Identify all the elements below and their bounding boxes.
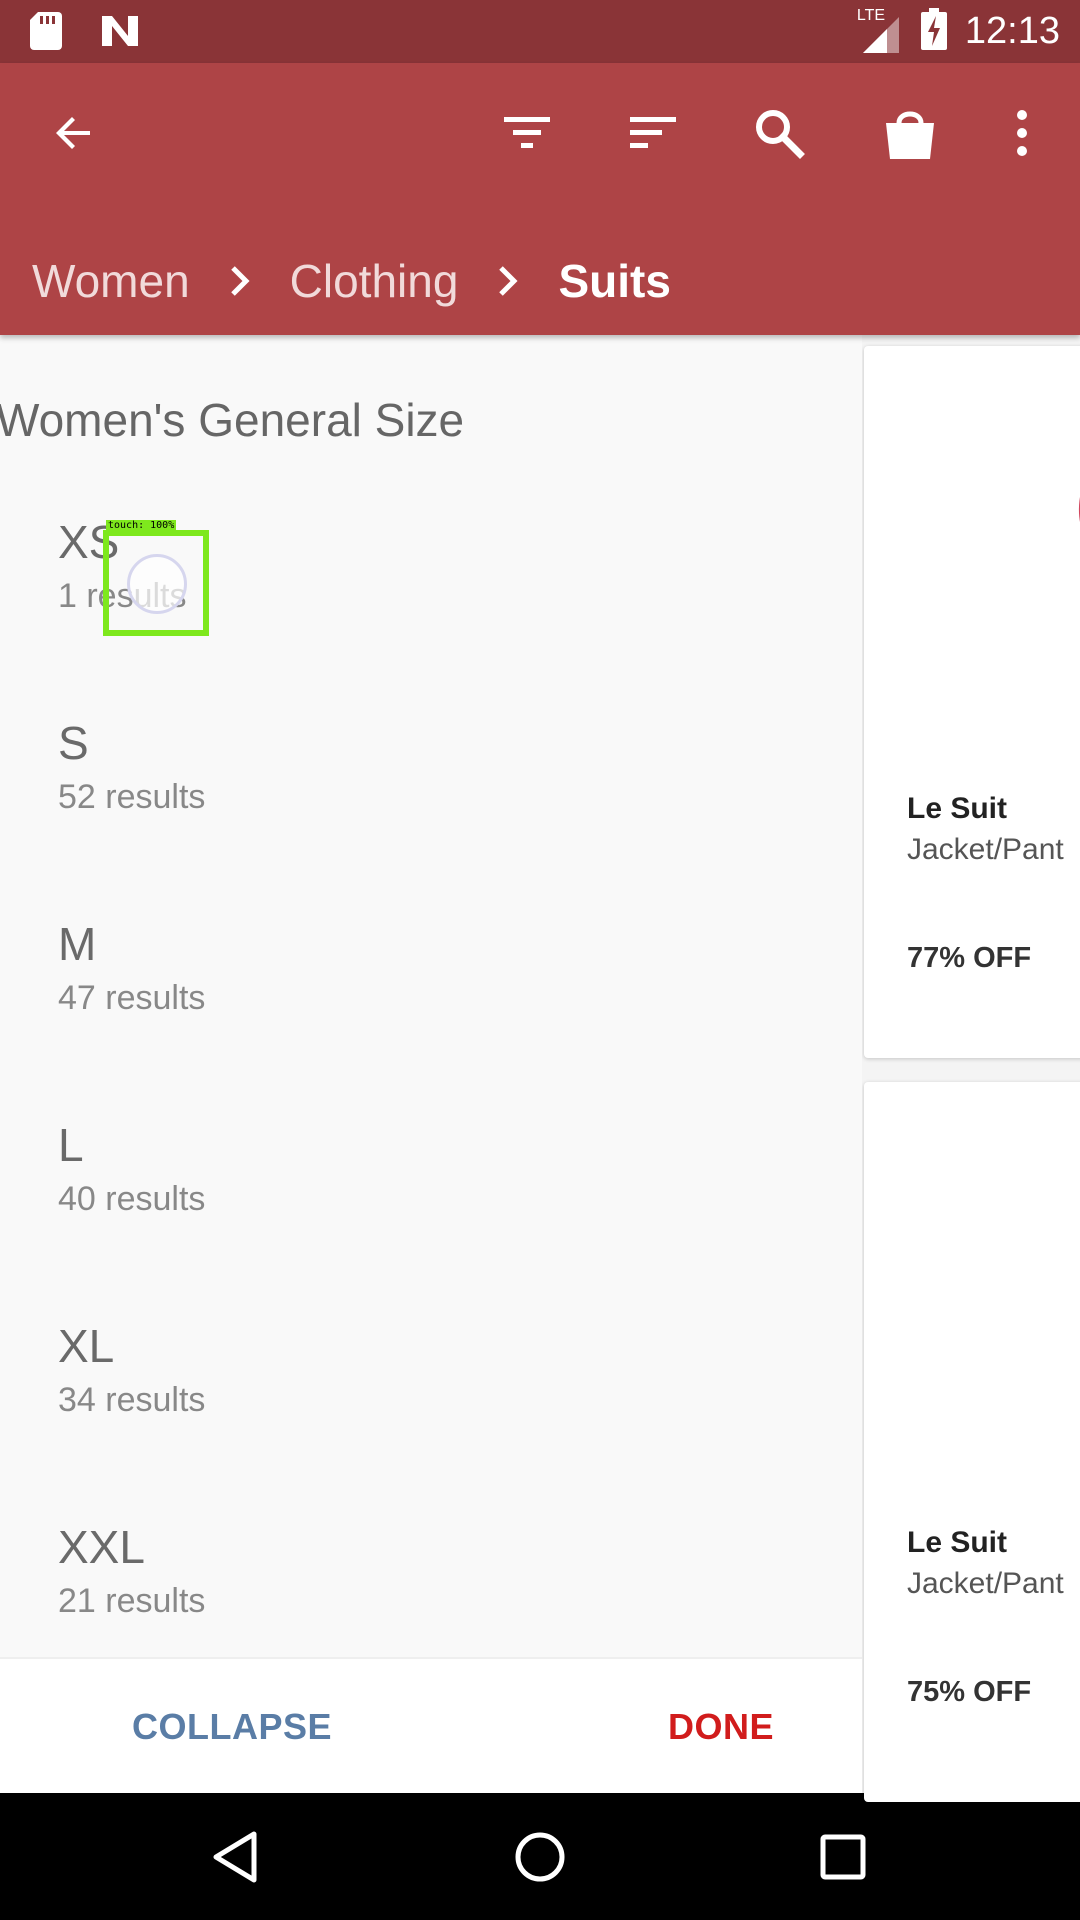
product-discount: 75% OFF — [907, 1676, 1032, 1708]
status-bar: LTE 12:13 — [0, 0, 1080, 63]
sd-card-icon — [30, 12, 62, 55]
nav-back-button[interactable] — [175, 1793, 295, 1920]
filter-icon — [504, 117, 550, 148]
back-triangle-icon — [213, 1831, 257, 1882]
shopping-bag-icon — [886, 111, 934, 159]
product-card[interactable]: Le Suit Jacket/Pant 75% OFF — [864, 1082, 1080, 1802]
cart-button[interactable] — [870, 63, 950, 203]
size-option-list: XS 1 results S 52 results M 47 results L… — [0, 503, 862, 1709]
done-button[interactable]: DONE — [668, 1659, 774, 1795]
product-brand: Le Suit — [907, 792, 1008, 825]
nav-home-button[interactable] — [480, 1793, 600, 1920]
product-image — [864, 346, 1080, 746]
product-description: Jacket/Pant — [907, 833, 1064, 866]
product-image — [864, 1082, 1080, 1482]
size-label: L — [58, 1119, 84, 1171]
battery-charging-icon — [920, 8, 947, 55]
size-label: S — [58, 717, 89, 769]
signal-icon: LTE — [857, 7, 903, 55]
touch-ripple — [127, 554, 187, 614]
size-label: M — [58, 918, 97, 970]
back-icon — [56, 117, 90, 149]
collapse-button[interactable]: COLLAPSE — [132, 1659, 332, 1795]
breadcrumb-clothing[interactable]: Clothing — [290, 254, 459, 308]
size-count: 40 results — [58, 1180, 206, 1218]
size-count: 52 results — [58, 778, 206, 816]
search-button[interactable] — [739, 63, 819, 203]
size-option-xl[interactable]: XL 34 results — [0, 1307, 862, 1508]
filter-button[interactable] — [487, 63, 567, 203]
product-discount: 77% OFF — [907, 942, 1032, 974]
navigation-bar — [0, 1793, 1080, 1920]
size-option-s[interactable]: S 52 results — [0, 704, 862, 905]
product-description: Jacket/Pant — [907, 1567, 1064, 1600]
nav-recents-button[interactable] — [783, 1793, 903, 1920]
chevron-right-icon — [230, 265, 250, 297]
sort-button[interactable] — [613, 63, 693, 203]
size-label: XXL — [58, 1521, 145, 1573]
chevron-right-icon — [498, 265, 518, 297]
product-card[interactable]: Le Suit Jacket/Pant 77% OFF — [864, 346, 1080, 1058]
sort-icon — [630, 117, 676, 148]
search-icon — [756, 110, 805, 159]
app-bar: Women Clothing Suits — [0, 63, 1080, 335]
size-label: XL — [58, 1320, 115, 1372]
size-count: 34 results — [58, 1381, 206, 1419]
recents-square-icon — [820, 1834, 866, 1879]
breadcrumb-suits: Suits — [558, 255, 671, 307]
size-count: 21 results — [58, 1582, 206, 1620]
home-circle-icon — [515, 1832, 565, 1881]
product-brand: Le Suit — [907, 1526, 1008, 1559]
clock: 12:13 — [964, 10, 1060, 52]
breadcrumb: Women Clothing Suits — [32, 241, 671, 321]
breadcrumb-women[interactable]: Women — [32, 254, 190, 308]
more-options-button[interactable] — [982, 63, 1062, 203]
n-notification-icon — [100, 12, 140, 55]
size-count: 47 results — [58, 979, 206, 1017]
filter-title: Women's General Size — [0, 394, 465, 446]
size-option-l[interactable]: L 40 results — [0, 1106, 862, 1307]
more-vert-icon — [1017, 110, 1027, 156]
filter-footer: COLLAPSE DONE — [0, 1657, 862, 1793]
back-button[interactable] — [34, 63, 114, 203]
size-option-m[interactable]: M 47 results — [0, 905, 862, 1106]
